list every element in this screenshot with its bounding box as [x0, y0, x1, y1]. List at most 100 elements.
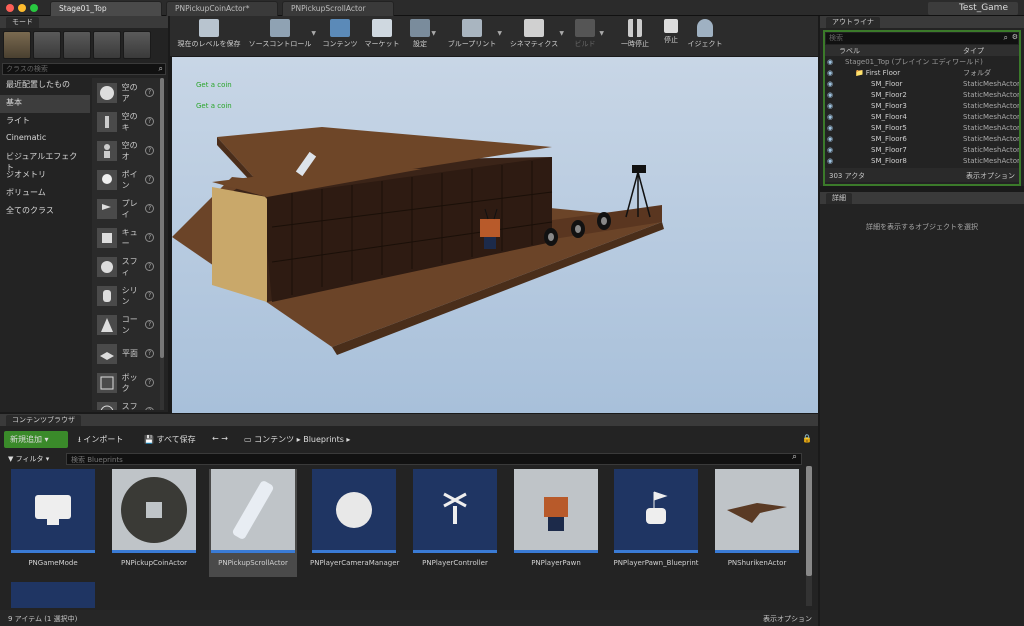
- close-window-button[interactable]: [6, 4, 14, 12]
- save-level-button[interactable]: 現在のレベルを保存: [174, 16, 244, 56]
- eye-icon[interactable]: ◉: [827, 135, 837, 143]
- table-row[interactable]: ◉ SM_Floor StaticMeshActor: [825, 78, 1019, 89]
- eye-icon[interactable]: ◉: [827, 157, 837, 165]
- help-icon[interactable]: ?: [145, 349, 154, 358]
- eye-icon[interactable]: ◉: [827, 80, 837, 88]
- type-column-header[interactable]: タイプ: [963, 46, 984, 56]
- list-item[interactable]: シリン?: [92, 281, 160, 310]
- settings-icon[interactable]: ⚙: [1012, 33, 1018, 41]
- placeable-scrollbar[interactable]: [160, 78, 164, 410]
- eject-button[interactable]: イジェクト: [686, 16, 724, 56]
- eye-icon[interactable]: ◉: [827, 58, 837, 66]
- forward-arrow-icon[interactable]: →: [221, 434, 228, 443]
- geometry-mode-icon[interactable]: [123, 31, 151, 59]
- outliner-search-input[interactable]: 検索 ⌕ ⚙: [826, 33, 1018, 44]
- tab-pickup-coin[interactable]: PNPickupCoinActor*: [166, 1, 278, 16]
- help-icon[interactable]: ?: [145, 378, 154, 387]
- table-row[interactable]: ◉ 📁 First Floor フォルダ: [825, 67, 1019, 78]
- eye-icon[interactable]: ◉: [827, 69, 837, 77]
- list-item[interactable]: キュー?: [92, 223, 160, 252]
- help-icon[interactable]: ?: [145, 175, 154, 184]
- list-item[interactable]: 空のキ?: [92, 107, 160, 136]
- list-item[interactable]: スフィ?: [92, 252, 160, 281]
- content-browser-tab[interactable]: コンテンツブラウザ: [6, 415, 81, 426]
- category-basic[interactable]: 基本: [0, 95, 90, 113]
- asset-tile-shuriken[interactable]: PNShurikenActor: [713, 469, 801, 577]
- class-search-input[interactable]: クラスの検索 ⌕: [2, 63, 166, 75]
- list-item[interactable]: ボック?: [92, 368, 160, 397]
- tab-stage01-top[interactable]: Stage01_Top: [50, 1, 162, 16]
- table-row[interactable]: ◉ SM_Floor3 StaticMeshActor: [825, 100, 1019, 111]
- help-icon[interactable]: ?: [145, 291, 154, 300]
- category-volumes[interactable]: ボリューム: [0, 185, 90, 203]
- view-options-button[interactable]: 表示オプション: [966, 171, 1015, 181]
- place-mode-icon[interactable]: [3, 31, 31, 59]
- category-geometry[interactable]: ジオメトリ: [0, 167, 90, 185]
- help-icon[interactable]: ?: [145, 407, 155, 410]
- category-cinematic[interactable]: Cinematic: [0, 131, 90, 149]
- category-lights[interactable]: ライト: [0, 113, 90, 131]
- cinematics-button[interactable]: シネマティクス ▼: [506, 16, 564, 56]
- help-icon[interactable]: ?: [145, 204, 154, 213]
- list-item[interactable]: プレイ?: [92, 194, 160, 223]
- content-button[interactable]: コンテンツ: [320, 16, 360, 56]
- list-item[interactable]: 平面?: [92, 339, 160, 368]
- table-row[interactable]: ◉ SM_Floor6 StaticMeshActor: [825, 133, 1019, 144]
- list-item[interactable]: ポイン?: [92, 165, 160, 194]
- list-item[interactable]: 空のア?: [92, 78, 160, 107]
- table-row[interactable]: ◉ SM_Floor5 StaticMeshActor: [825, 122, 1019, 133]
- pause-button[interactable]: 一時停止: [616, 16, 654, 56]
- marketplace-button[interactable]: マーケット: [362, 16, 402, 56]
- modes-tab[interactable]: モード: [6, 17, 39, 28]
- outliner-tab[interactable]: アウトライナ: [826, 17, 880, 28]
- help-icon[interactable]: ?: [145, 233, 154, 242]
- filter-button[interactable]: ▼ フィルタ ▾: [4, 453, 62, 465]
- settings-button[interactable]: 設定 ▼: [406, 16, 436, 56]
- history-nav[interactable]: ← →: [206, 431, 236, 448]
- add-new-button[interactable]: 新規追加 ▾: [4, 431, 68, 448]
- table-row[interactable]: ◉ SM_Floor2 StaticMeshActor: [825, 89, 1019, 100]
- eye-icon[interactable]: ◉: [827, 91, 837, 99]
- breadcrumb-blueprints[interactable]: Blueprints: [303, 435, 344, 444]
- list-item[interactable]: コーン?: [92, 310, 160, 339]
- back-arrow-icon[interactable]: ←: [212, 434, 219, 443]
- label-column-header[interactable]: ラベル: [839, 46, 860, 56]
- asset-search-input[interactable]: 検索 Blueprints: [66, 453, 802, 465]
- category-recent[interactable]: 最近配置したもの: [0, 77, 90, 95]
- table-row[interactable]: ◉ SM_Floor7 StaticMeshActor: [825, 144, 1019, 155]
- asset-tile-pngamemode[interactable]: PNGameMode: [9, 469, 97, 577]
- table-row[interactable]: ◉ Stage01_Top (プレイイン エディワールド): [825, 56, 1019, 67]
- lock-icon[interactable]: 🔒: [802, 434, 812, 443]
- help-icon[interactable]: ?: [145, 262, 155, 271]
- asset-tile-camera-manager[interactable]: PNPlayerCameraManager: [310, 469, 399, 577]
- asset-tile-partial[interactable]: [11, 582, 95, 608]
- table-row[interactable]: ◉ SM_Floor8 StaticMeshActor: [825, 155, 1019, 166]
- import-button[interactable]: ⭳ インポート: [72, 431, 134, 448]
- eye-icon[interactable]: ◉: [827, 124, 837, 132]
- eye-icon[interactable]: ◉: [827, 146, 837, 154]
- blueprints-button[interactable]: ブループリント ▼: [444, 16, 502, 56]
- help-icon[interactable]: ?: [145, 146, 154, 155]
- level-viewport[interactable]: Get a coin Get a coin: [172, 57, 818, 413]
- table-row[interactable]: ◉ SM_Floor4 StaticMeshActor: [825, 111, 1019, 122]
- list-item[interactable]: スフィ?: [92, 397, 160, 410]
- category-visual-effects[interactable]: ビジュアルエフェクト: [0, 149, 90, 172]
- asset-tile-coin[interactable]: PNPickupCoinActor: [110, 469, 198, 577]
- eye-icon[interactable]: ◉: [827, 102, 837, 110]
- tab-pickup-scroll[interactable]: PNPickupScrollActor: [282, 1, 394, 16]
- foliage-mode-icon[interactable]: [93, 31, 121, 59]
- details-tab[interactable]: 詳細: [826, 193, 852, 204]
- stop-button[interactable]: 停止: [658, 16, 684, 56]
- category-all-classes[interactable]: 全てのクラス: [0, 203, 90, 221]
- build-button[interactable]: ビルド ▼: [568, 16, 604, 56]
- paint-mode-icon[interactable]: [33, 31, 61, 59]
- help-icon[interactable]: ?: [145, 88, 154, 97]
- eye-icon[interactable]: ◉: [827, 113, 837, 121]
- asset-tile-player-controller[interactable]: PNPlayerController: [411, 469, 499, 577]
- view-options-button[interactable]: 表示オプション: [763, 614, 812, 624]
- help-icon[interactable]: ?: [145, 117, 154, 126]
- asset-tile-player-pawn[interactable]: PNPlayerPawn: [512, 469, 600, 577]
- landscape-mode-icon[interactable]: [63, 31, 91, 59]
- help-icon[interactable]: ?: [145, 320, 155, 329]
- minimize-window-button[interactable]: [18, 4, 26, 12]
